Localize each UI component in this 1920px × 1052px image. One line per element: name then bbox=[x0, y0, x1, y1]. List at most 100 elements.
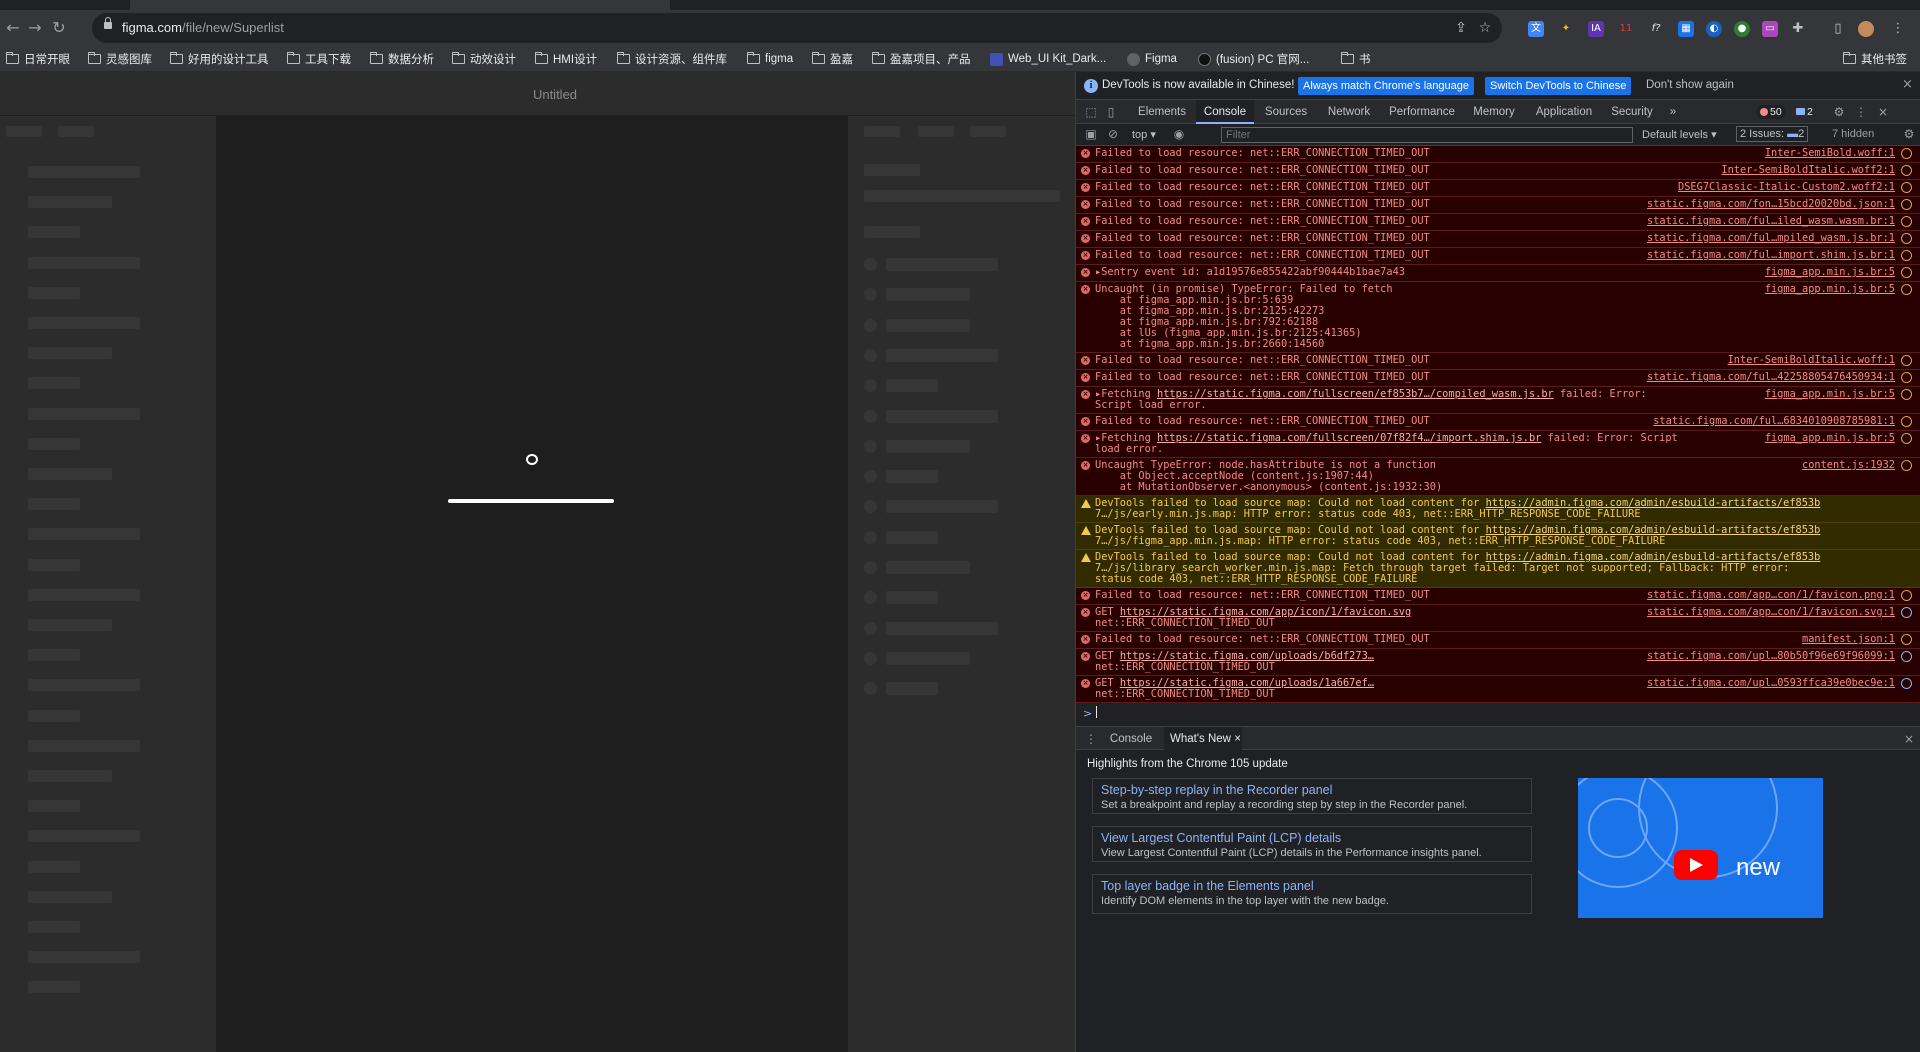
network-request-icon[interactable] bbox=[1901, 590, 1912, 601]
console-input-caret[interactable] bbox=[1096, 706, 1097, 718]
network-request-icon[interactable] bbox=[1901, 284, 1912, 295]
grid-extension-icon[interactable]: ▦ bbox=[1678, 21, 1694, 37]
console-source-link[interactable]: manifest.json:1 bbox=[1802, 634, 1895, 645]
console-url-link[interactable]: https://admin.figma.com/admin/esbuild-ar… bbox=[1486, 497, 1821, 509]
tab-elements[interactable]: Elements bbox=[1130, 100, 1194, 124]
console-error-row[interactable]: × Failed to load resource: net::ERR_CONNE… bbox=[1076, 414, 1920, 431]
active-tab[interactable] bbox=[130, 0, 670, 10]
ia-extension-icon[interactable]: IA bbox=[1588, 21, 1604, 37]
bookmark-folder[interactable]: 书 bbox=[1340, 46, 1371, 72]
close-tab-icon[interactable]: × bbox=[1234, 733, 1241, 745]
bookmark-folder[interactable]: 工具下载 bbox=[286, 46, 351, 72]
message-count-badge[interactable]: 2 bbox=[1792, 105, 1817, 119]
bookmark-folder[interactable]: 好用的设计工具 bbox=[169, 46, 269, 72]
console-source-link[interactable]: static.figma.com/app…con/1/favicon.png:1 bbox=[1647, 590, 1895, 601]
console-source-link[interactable]: figma_app.min.js.br:5 bbox=[1765, 389, 1895, 400]
bookmark-folder[interactable]: 日常开眼 bbox=[5, 46, 70, 72]
network-request-icon[interactable] bbox=[1901, 607, 1912, 618]
network-request-icon[interactable] bbox=[1901, 389, 1912, 400]
canvas[interactable] bbox=[217, 116, 847, 1052]
console-source-link[interactable]: static.figma.com/ful…iled_wasm.wasm.br:1 bbox=[1647, 216, 1895, 227]
feature-card[interactable]: View Largest Contentful Paint (LCP) deta… bbox=[1092, 826, 1532, 862]
profile-avatar[interactable] bbox=[1858, 21, 1874, 37]
feature-title[interactable]: View Largest Contentful Paint (LCP) deta… bbox=[1101, 831, 1341, 845]
network-request-icon[interactable] bbox=[1901, 634, 1912, 645]
error-count-badge[interactable]: 50 bbox=[1756, 105, 1786, 119]
console-warning-row[interactable]: DevTools failed to load source map: Coul… bbox=[1076, 523, 1920, 550]
clear-console-icon[interactable]: ⊘ bbox=[1106, 127, 1120, 141]
translate-extension-icon[interactable]: 文 bbox=[1528, 21, 1544, 37]
console-filter-input[interactable] bbox=[1221, 127, 1633, 143]
console-error-row[interactable]: × Failed to load resource: net::ERR_CONNE… bbox=[1076, 197, 1920, 214]
console-error-row[interactable]: × Failed to load resource: net::ERR_CONNE… bbox=[1076, 163, 1920, 180]
console-error-row[interactable]: × GET https://static.figma.com/uploads/b6… bbox=[1076, 649, 1920, 676]
console-error-row[interactable]: × ▸Fetching https://static.figma.com/full… bbox=[1076, 387, 1920, 414]
bookmark-folder[interactable]: 盈嘉项目、产品 bbox=[871, 46, 971, 72]
url-text[interactable]: figma.com/file/new/Superlist bbox=[122, 20, 284, 35]
console-source-link[interactable]: Inter-SemiBoldItalic.woff:1 bbox=[1728, 355, 1895, 366]
network-request-icon[interactable] bbox=[1901, 199, 1912, 210]
file-title[interactable]: Untitled bbox=[0, 87, 1110, 102]
console-url-link[interactable]: https://static.figma.com/fullscreen/07f8… bbox=[1157, 432, 1541, 444]
console-error-row[interactable]: × Failed to load resource: net::ERR_CONNE… bbox=[1076, 146, 1920, 163]
network-request-icon[interactable] bbox=[1901, 372, 1912, 383]
tab-console[interactable]: Console bbox=[1196, 100, 1254, 124]
bookmark-folder[interactable]: HMI设计 bbox=[534, 46, 597, 72]
share-icon[interactable]: ⇪ bbox=[1452, 19, 1470, 37]
console-source-link[interactable]: Inter-SemiBoldItalic.woff2:1 bbox=[1721, 165, 1895, 176]
console-source-link[interactable]: figma_app.min.js.br:5 bbox=[1765, 267, 1895, 278]
more-tabs-button[interactable]: » bbox=[1666, 100, 1680, 124]
network-request-icon[interactable] bbox=[1901, 416, 1912, 427]
console-source-link[interactable]: figma_app.min.js.br:5 bbox=[1765, 433, 1895, 444]
drawer-menu-icon[interactable]: ⋮ bbox=[1084, 732, 1098, 746]
console-url-link[interactable]: https://admin.figma.com/admin/esbuild-ar… bbox=[1486, 524, 1821, 536]
network-request-icon[interactable] bbox=[1901, 678, 1912, 689]
puzzle-icon[interactable]: ✚ bbox=[1790, 21, 1806, 37]
live-expression-eye-icon[interactable]: ◉ bbox=[1172, 127, 1186, 141]
network-request-icon[interactable] bbox=[1901, 355, 1912, 366]
console-error-row[interactable]: × Failed to load resource: net::ERR_CONNE… bbox=[1076, 370, 1920, 387]
font-extension-icon[interactable]: f? bbox=[1648, 21, 1664, 37]
console-settings-icon[interactable]: ⚙ bbox=[1902, 127, 1916, 141]
console-source-link[interactable]: static.figma.com/app…con/1/favicon.svg:1 bbox=[1647, 607, 1895, 618]
bookmark-folder[interactable]: 设计资源、组件库 bbox=[616, 46, 727, 72]
dont-show-again-link[interactable]: Don't show again bbox=[1646, 79, 1734, 91]
bookmark-folder[interactable]: 数据分析 bbox=[369, 46, 434, 72]
forward-icon[interactable]: → bbox=[26, 19, 44, 37]
console-source-link[interactable]: static.figma.com/fon…15bcd20020bd.json:1 bbox=[1647, 199, 1895, 210]
bookmark-folder[interactable]: figma bbox=[746, 46, 793, 72]
tab-application[interactable]: Application bbox=[1526, 100, 1602, 124]
console-error-row[interactable]: × Failed to load resource: net::ERR_CONNE… bbox=[1076, 231, 1920, 248]
network-request-icon[interactable] bbox=[1901, 651, 1912, 662]
always-match-language-button[interactable]: Always match Chrome's language bbox=[1298, 77, 1474, 95]
network-request-icon[interactable] bbox=[1901, 216, 1912, 227]
youtube-play-icon[interactable] bbox=[1674, 850, 1718, 880]
console-error-row[interactable]: × Uncaught (in promise) TypeError: Failed… bbox=[1076, 282, 1920, 353]
tab-network[interactable]: Network bbox=[1318, 100, 1380, 124]
console-error-row[interactable]: × ▸Sentry event id: a1d19576e855422abf904… bbox=[1076, 265, 1920, 282]
other-bookmarks[interactable]: 其他书签 bbox=[1842, 46, 1907, 72]
inspect-element-icon[interactable]: ⬚ bbox=[1084, 105, 1098, 119]
close-drawer-icon[interactable]: × bbox=[1902, 732, 1916, 746]
bookmark-link[interactable]: (fusion) PC 官网... bbox=[1198, 46, 1309, 72]
network-request-icon[interactable] bbox=[1901, 148, 1912, 159]
console-error-row[interactable]: × Failed to load resource: net::ERR_CONNE… bbox=[1076, 353, 1920, 370]
feature-title[interactable]: Step-by-step replay in the Recorder pane… bbox=[1101, 783, 1332, 797]
tab-security[interactable]: Security bbox=[1604, 100, 1660, 124]
extension-icon[interactable]: ✦ bbox=[1558, 21, 1574, 37]
console-url-link[interactable]: https://static.figma.com/fullscreen/ef85… bbox=[1157, 388, 1554, 400]
console-source-link[interactable]: Inter-SemiBold.woff:1 bbox=[1765, 148, 1895, 159]
bookmark-folder[interactable]: 灵感图库 bbox=[87, 46, 152, 72]
console-url-link[interactable]: https://static.figma.com/uploads/1a667ef… bbox=[1120, 677, 1374, 689]
console-warning-row[interactable]: DevTools failed to load source map: Coul… bbox=[1076, 496, 1920, 523]
side-panel-icon[interactable]: ▯ bbox=[1830, 21, 1846, 37]
drawer-tab-whats-new[interactable]: What's New × bbox=[1164, 727, 1242, 751]
log-levels-dropdown[interactable]: Default levels ▾ bbox=[1642, 128, 1717, 141]
circle-extension-icon[interactable]: ◐ bbox=[1706, 21, 1722, 37]
device-toolbar-icon[interactable]: ▯ bbox=[1104, 105, 1118, 119]
console-url-link[interactable]: https://static.figma.com/uploads/b6df273… bbox=[1120, 650, 1374, 662]
whats-new-video-thumbnail[interactable]: new bbox=[1578, 778, 1823, 918]
address-bar[interactable]: figma.com/file/new/Superlist ⇪ ☆ bbox=[92, 13, 1502, 43]
console-source-link[interactable]: figma_app.min.js.br:5 bbox=[1765, 284, 1895, 295]
network-request-icon[interactable] bbox=[1901, 233, 1912, 244]
